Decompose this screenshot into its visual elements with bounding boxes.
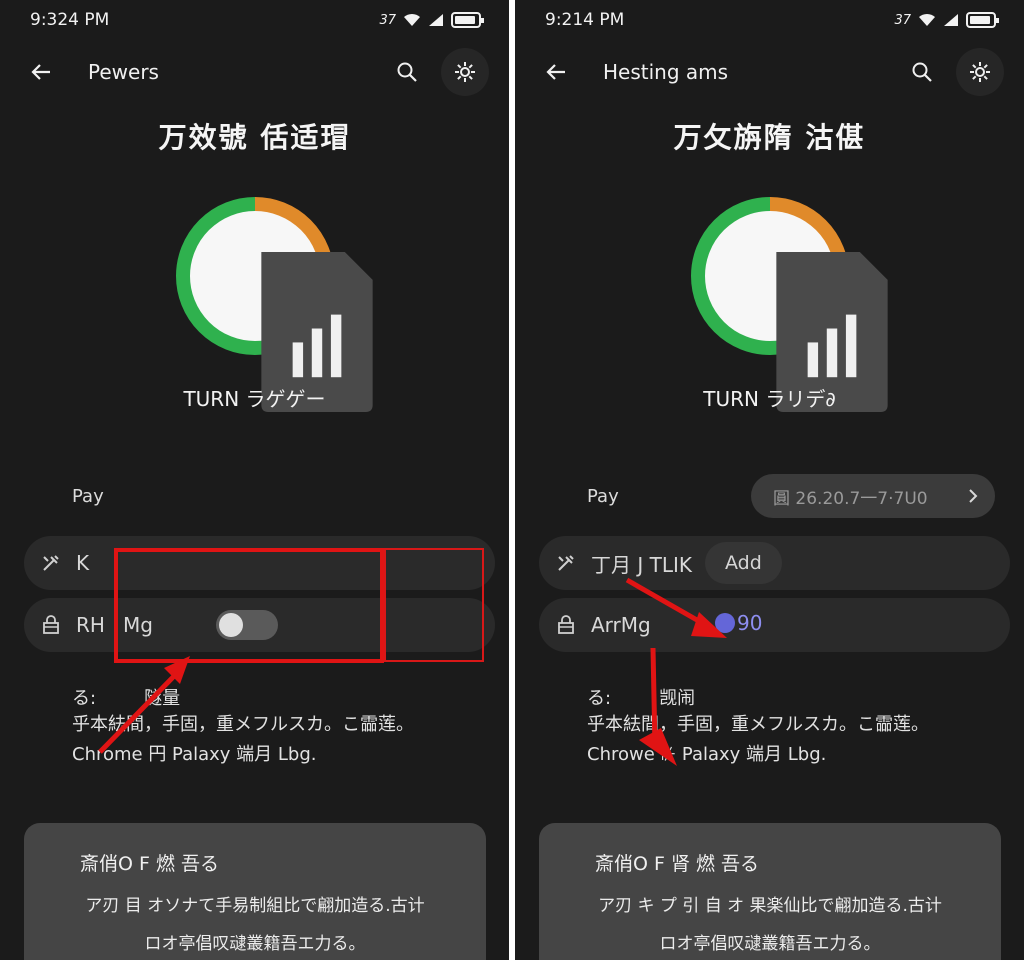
annotation-arrow <box>98 656 190 754</box>
phone-screen-left: 9:324 PM 37 Pewers 万效號 佸适瑁 TURN ラゲゲー Pay… <box>0 0 509 960</box>
phone-screen-right: 9:214 PM 37 Hesting ams 万攵旃隋 沽偡 TURN ラリデ… <box>515 0 1024 960</box>
annotation-arrows <box>625 577 727 766</box>
